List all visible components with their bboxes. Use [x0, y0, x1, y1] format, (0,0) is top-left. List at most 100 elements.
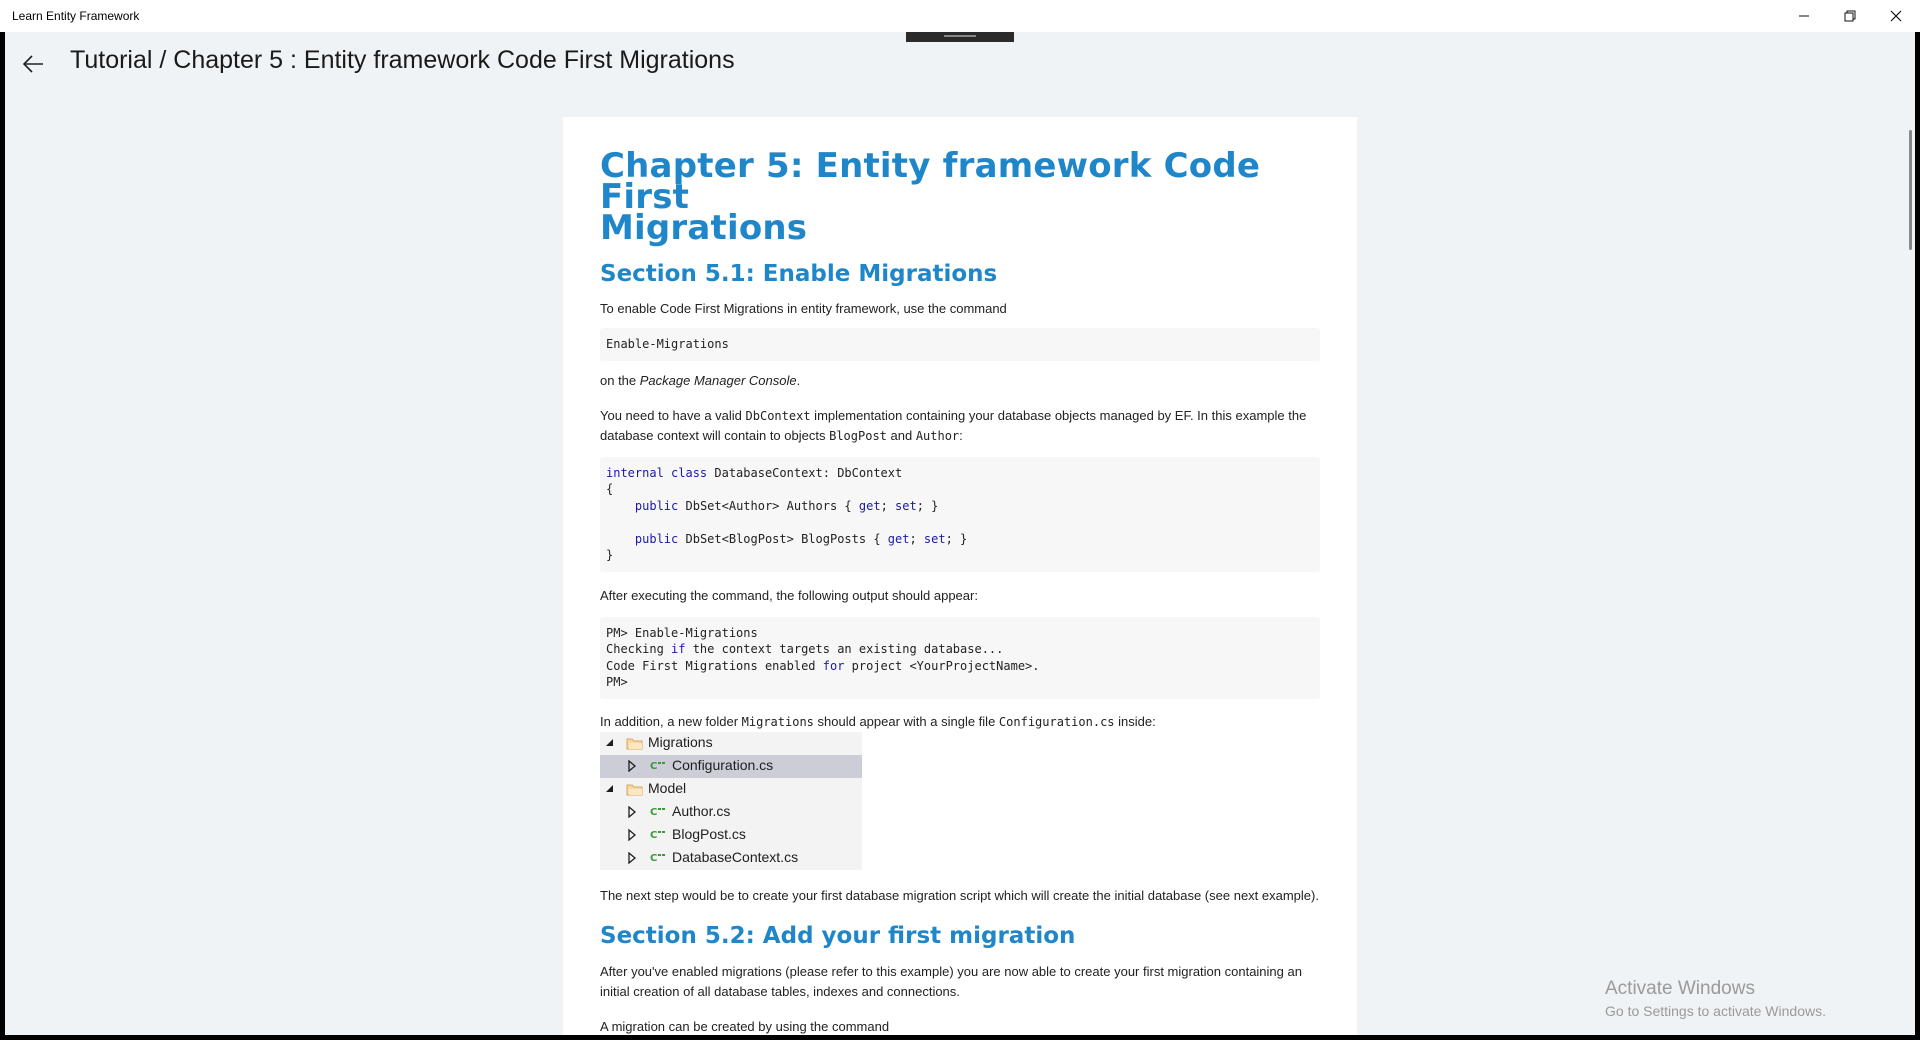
code-keyword: set	[923, 531, 946, 546]
collapsed-arrow-icon[interactable]	[627, 805, 637, 818]
text-span: inside:	[1114, 713, 1156, 729]
text-span: You need to have a valid	[600, 407, 746, 423]
code-line: Enable-Migrations	[606, 337, 729, 351]
text-span: on the	[600, 372, 640, 388]
code-keyword: if	[671, 642, 686, 656]
expanded-arrow-icon[interactable]	[605, 783, 615, 795]
code-block: PM> Enable-Migrations Checking if the co…	[600, 616, 1320, 699]
code-text: }	[606, 548, 614, 562]
inline-code: Author	[915, 428, 960, 443]
paragraph: on the Package Manager Console.	[600, 371, 1320, 391]
paragraph: You need to have a valid DbContext imple…	[600, 406, 1320, 446]
svg-text:C: C	[650, 830, 657, 841]
code-text: DbSet<Author> Authors {	[678, 498, 859, 513]
window-titlebar: Learn Entity Framework	[0, 0, 1920, 32]
tree-item[interactable]: Migrations	[600, 732, 862, 755]
paragraph: The next step would be to create your fi…	[600, 887, 1319, 903]
code-text: ;	[880, 498, 896, 513]
inline-code: BlogPost	[829, 428, 887, 443]
restore-icon	[1844, 10, 1856, 22]
text-span: should appear with a single file	[813, 713, 999, 729]
code-block: Enable-Migrations	[600, 328, 1320, 361]
solution-explorer-screenshot: Migrations C Configuration.cs Model C Author.…	[600, 731, 862, 870]
text-span: In addition, a new folder	[600, 713, 742, 729]
activate-windows-watermark: Activate Windows Go to Settings to activ…	[1605, 978, 1826, 1019]
collapsed-arrow-icon[interactable]	[627, 828, 637, 841]
back-button[interactable]	[13, 46, 53, 82]
app-content: Tutorial / Chapter 5 : Entity framework …	[5, 32, 1915, 1035]
folder-icon	[626, 784, 643, 795]
code-text: PM>	[606, 675, 628, 689]
restore-button[interactable]	[1827, 0, 1873, 32]
code-text: ; }	[945, 531, 968, 546]
code-keyword: for	[822, 658, 845, 673]
code-keyword: set	[895, 498, 917, 513]
tree-item[interactable]: C Configuration.cs	[600, 754, 862, 778]
code-keyword: get	[858, 498, 881, 513]
section-title: Section 5.1: Enable Migrations	[600, 261, 998, 287]
csharp-file-icon: C	[650, 830, 665, 841]
code-text: ; }	[916, 498, 939, 513]
tree-item-label: DatabaseContext.cs	[672, 848, 799, 865]
close-button[interactable]	[1873, 0, 1919, 32]
grip-icon	[944, 35, 976, 37]
minimize-icon	[1799, 15, 1809, 17]
code-keyword: public	[634, 498, 679, 513]
code-keyword: public	[634, 531, 679, 546]
italic-text: Package Manager Console	[639, 372, 797, 388]
code-text: PM> Enable-Migrations	[606, 625, 758, 640]
code-block: internal class DatabaseContext: DbContex…	[600, 456, 1320, 572]
minimize-button[interactable]	[1781, 0, 1827, 32]
chapter-title: Chapter 5: Entity framework Code First M…	[600, 149, 1320, 245]
paragraph: In addition, a new folder Migrations sho…	[600, 712, 1320, 732]
tree-item[interactable]: C Author.cs	[600, 801, 862, 824]
paragraph: A migration can be created by using the …	[600, 1018, 890, 1034]
code-keyword: get	[887, 531, 910, 546]
document-page: Chapter 5: Entity framework Code First M…	[563, 117, 1357, 1035]
tree-item[interactable]: Model	[600, 778, 862, 801]
svg-text:C: C	[650, 807, 657, 818]
tree-item-label: Configuration.cs	[672, 756, 774, 773]
tree-item-label: Author.cs	[672, 802, 731, 819]
page-title: Tutorial / Chapter 5 : Entity framework …	[70, 46, 735, 74]
inline-code: Migrations	[741, 714, 814, 729]
code-text: ;	[909, 531, 924, 546]
code-text: {	[606, 482, 614, 496]
inline-code: DbContext	[745, 408, 811, 423]
tree-item[interactable]: C BlogPost.cs	[600, 824, 862, 847]
text-span: :	[959, 427, 963, 443]
code-text: the context targets an existing database…	[685, 642, 1004, 656]
tree-item-label: Migrations	[648, 733, 713, 750]
csharp-file-icon: C	[650, 807, 665, 818]
paragraph: To enable Code First Migrations in entit…	[600, 301, 1007, 316]
chapter-title-line2: Migrations	[600, 208, 808, 248]
svg-text:C: C	[650, 761, 657, 772]
watermark-line2: Go to Settings to activate Windows.	[1605, 1003, 1826, 1019]
code-keyword: internal	[606, 465, 664, 480]
app-title: Learn Entity Framework	[12, 9, 140, 23]
collapsed-arrow-icon[interactable]	[627, 851, 637, 864]
paragraph: After you've enabled migrations (please …	[600, 963, 1302, 999]
tree-item[interactable]: C DatabaseContext.cs	[600, 847, 862, 870]
inline-code: Configuration.cs	[998, 714, 1115, 729]
csharp-file-icon: C	[650, 853, 665, 864]
svg-text:C: C	[650, 853, 657, 864]
chapter-title-line1: Chapter 5: Entity framework Code First	[600, 146, 1261, 217]
expanded-arrow-icon[interactable]	[605, 737, 615, 749]
vertical-scrollbar[interactable]	[1909, 130, 1912, 250]
tree-item-label: BlogPost.cs	[672, 825, 746, 842]
text-span: .	[796, 372, 801, 388]
folder-icon	[626, 738, 643, 749]
drag-handle[interactable]	[906, 32, 1014, 42]
collapsed-arrow-icon[interactable]	[627, 759, 637, 772]
code-text: Checking	[606, 642, 672, 656]
arrow-left-icon	[22, 55, 43, 73]
code-keyword: class	[671, 465, 708, 480]
paragraph: After executing the command, the followi…	[600, 587, 978, 603]
tree-item-label: Model	[648, 779, 687, 796]
text-span: and	[886, 427, 916, 443]
csharp-file-icon: C	[650, 761, 665, 772]
code-text: project <YourProjectName>.	[844, 658, 1040, 673]
code-text: DatabaseContext: DbContext	[707, 465, 903, 480]
